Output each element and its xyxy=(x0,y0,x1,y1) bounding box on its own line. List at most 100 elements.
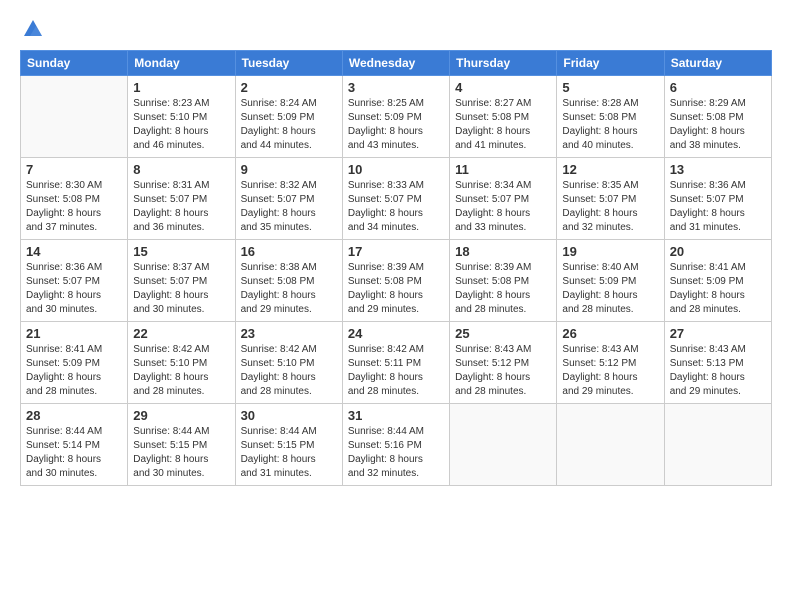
week-row-4: 28 Sunrise: 8:44 AM Sunset: 5:14 PM Dayli… xyxy=(21,404,772,486)
day-info: Sunrise: 8:24 AM Sunset: 5:09 PM Dayligh… xyxy=(241,97,337,153)
day-info: Sunrise: 8:28 AM Sunset: 5:08 PM Dayligh… xyxy=(562,97,658,153)
day-cell: 12 Sunrise: 8:35 AM Sunset: 5:07 PM Dayli… xyxy=(557,158,664,240)
day-cell: 27 Sunrise: 8:43 AM Sunset: 5:13 PM Dayli… xyxy=(664,322,771,404)
day-cell: 25 Sunrise: 8:43 AM Sunset: 5:12 PM Dayli… xyxy=(450,322,557,404)
day-number: 27 xyxy=(670,326,766,341)
day-cell: 4 Sunrise: 8:27 AM Sunset: 5:08 PM Daylig… xyxy=(450,76,557,158)
day-number: 1 xyxy=(133,80,229,95)
day-number: 2 xyxy=(241,80,337,95)
week-row-1: 7 Sunrise: 8:30 AM Sunset: 5:08 PM Daylig… xyxy=(21,158,772,240)
day-number: 9 xyxy=(241,162,337,177)
day-cell: 5 Sunrise: 8:28 AM Sunset: 5:08 PM Daylig… xyxy=(557,76,664,158)
day-number: 10 xyxy=(348,162,444,177)
day-info: Sunrise: 8:37 AM Sunset: 5:07 PM Dayligh… xyxy=(133,261,229,317)
day-cell: 8 Sunrise: 8:31 AM Sunset: 5:07 PM Daylig… xyxy=(128,158,235,240)
day-cell: 30Sunrise: 8:44 AM Sunset: 5:15 PM Dayli… xyxy=(235,404,342,486)
day-header-tuesday: Tuesday xyxy=(235,51,342,76)
day-number: 25 xyxy=(455,326,551,341)
day-cell: 20 Sunrise: 8:41 AM Sunset: 5:09 PM Dayli… xyxy=(664,240,771,322)
day-number: 21 xyxy=(26,326,122,341)
day-cell: 16 Sunrise: 8:38 AM Sunset: 5:08 PM Dayli… xyxy=(235,240,342,322)
day-info: Sunrise: 8:39 AM Sunset: 5:08 PM Dayligh… xyxy=(455,261,551,317)
day-cell: 3 Sunrise: 8:25 AM Sunset: 5:09 PM Daylig… xyxy=(342,76,449,158)
logo-text xyxy=(20,18,44,40)
day-info: Sunrise: 8:44 AM Sunset: 5:14 PM Dayligh… xyxy=(26,425,122,481)
day-number: 8 xyxy=(133,162,229,177)
day-header-thursday: Thursday xyxy=(450,51,557,76)
logo-icon xyxy=(22,18,44,40)
day-info: Sunrise: 8:42 AM Sunset: 5:11 PM Dayligh… xyxy=(348,343,444,399)
day-number: 31 xyxy=(348,408,444,423)
day-info: Sunrise: 8:25 AM Sunset: 5:09 PM Dayligh… xyxy=(348,97,444,153)
day-cell: 7 Sunrise: 8:30 AM Sunset: 5:08 PM Daylig… xyxy=(21,158,128,240)
day-cell: 24 Sunrise: 8:42 AM Sunset: 5:11 PM Dayli… xyxy=(342,322,449,404)
day-cell: 9 Sunrise: 8:32 AM Sunset: 5:07 PM Daylig… xyxy=(235,158,342,240)
day-info: Sunrise: 8:30 AM Sunset: 5:08 PM Dayligh… xyxy=(26,179,122,235)
day-number: 26 xyxy=(562,326,658,341)
day-cell xyxy=(450,404,557,486)
day-number: 23 xyxy=(241,326,337,341)
day-cell: 22 Sunrise: 8:42 AM Sunset: 5:10 PM Dayli… xyxy=(128,322,235,404)
day-info: Sunrise: 8:41 AM Sunset: 5:09 PM Dayligh… xyxy=(670,261,766,317)
day-number: 24 xyxy=(348,326,444,341)
day-cell: 6Sunrise: 8:29 AM Sunset: 5:08 PM Daylig… xyxy=(664,76,771,158)
logo xyxy=(20,18,44,40)
day-number: 17 xyxy=(348,244,444,259)
day-number: 5 xyxy=(562,80,658,95)
day-info: Sunrise: 8:44 AM Sunset: 5:15 PM Dayligh… xyxy=(133,425,229,481)
day-info: Sunrise: 8:36 AM Sunset: 5:07 PM Dayligh… xyxy=(26,261,122,317)
week-row-3: 21Sunrise: 8:41 AM Sunset: 5:09 PM Dayli… xyxy=(21,322,772,404)
day-info: Sunrise: 8:44 AM Sunset: 5:16 PM Dayligh… xyxy=(348,425,444,481)
day-cell: 28 Sunrise: 8:44 AM Sunset: 5:14 PM Dayli… xyxy=(21,404,128,486)
day-cell: 15 Sunrise: 8:37 AM Sunset: 5:07 PM Dayli… xyxy=(128,240,235,322)
day-info: Sunrise: 8:39 AM Sunset: 5:08 PM Dayligh… xyxy=(348,261,444,317)
day-cell: 29 Sunrise: 8:44 AM Sunset: 5:15 PM Dayli… xyxy=(128,404,235,486)
week-row-0: 1 Sunrise: 8:23 AM Sunset: 5:10 PM Daylig… xyxy=(21,76,772,158)
day-number: 16 xyxy=(241,244,337,259)
day-number: 30 xyxy=(241,408,337,423)
calendar-table: SundayMondayTuesdayWednesdayThursdayFrid… xyxy=(20,50,772,486)
day-info: Sunrise: 8:42 AM Sunset: 5:10 PM Dayligh… xyxy=(133,343,229,399)
day-info: Sunrise: 8:38 AM Sunset: 5:08 PM Dayligh… xyxy=(241,261,337,317)
day-number: 12 xyxy=(562,162,658,177)
header-row: SundayMondayTuesdayWednesdayThursdayFrid… xyxy=(21,51,772,76)
day-header-wednesday: Wednesday xyxy=(342,51,449,76)
day-info: Sunrise: 8:34 AM Sunset: 5:07 PM Dayligh… xyxy=(455,179,551,235)
day-info: Sunrise: 8:35 AM Sunset: 5:07 PM Dayligh… xyxy=(562,179,658,235)
week-row-2: 14Sunrise: 8:36 AM Sunset: 5:07 PM Dayli… xyxy=(21,240,772,322)
day-header-monday: Monday xyxy=(128,51,235,76)
day-info: Sunrise: 8:43 AM Sunset: 5:13 PM Dayligh… xyxy=(670,343,766,399)
day-number: 6 xyxy=(670,80,766,95)
day-info: Sunrise: 8:27 AM Sunset: 5:08 PM Dayligh… xyxy=(455,97,551,153)
day-cell: 13 Sunrise: 8:36 AM Sunset: 5:07 PM Dayli… xyxy=(664,158,771,240)
day-cell: 23 Sunrise: 8:42 AM Sunset: 5:10 PM Dayli… xyxy=(235,322,342,404)
day-cell: 14Sunrise: 8:36 AM Sunset: 5:07 PM Dayli… xyxy=(21,240,128,322)
day-cell xyxy=(21,76,128,158)
day-number: 19 xyxy=(562,244,658,259)
day-cell: 17 Sunrise: 8:39 AM Sunset: 5:08 PM Dayli… xyxy=(342,240,449,322)
day-cell: 1 Sunrise: 8:23 AM Sunset: 5:10 PM Daylig… xyxy=(128,76,235,158)
day-number: 20 xyxy=(670,244,766,259)
day-number: 15 xyxy=(133,244,229,259)
day-number: 22 xyxy=(133,326,229,341)
day-info: Sunrise: 8:23 AM Sunset: 5:10 PM Dayligh… xyxy=(133,97,229,153)
day-number: 7 xyxy=(26,162,122,177)
day-number: 29 xyxy=(133,408,229,423)
day-info: Sunrise: 8:32 AM Sunset: 5:07 PM Dayligh… xyxy=(241,179,337,235)
day-cell: 26Sunrise: 8:43 AM Sunset: 5:12 PM Dayli… xyxy=(557,322,664,404)
day-info: Sunrise: 8:43 AM Sunset: 5:12 PM Dayligh… xyxy=(455,343,551,399)
day-number: 13 xyxy=(670,162,766,177)
day-info: Sunrise: 8:33 AM Sunset: 5:07 PM Dayligh… xyxy=(348,179,444,235)
day-number: 3 xyxy=(348,80,444,95)
day-cell: 19Sunrise: 8:40 AM Sunset: 5:09 PM Dayli… xyxy=(557,240,664,322)
day-cell: 11Sunrise: 8:34 AM Sunset: 5:07 PM Dayli… xyxy=(450,158,557,240)
day-info: Sunrise: 8:31 AM Sunset: 5:07 PM Dayligh… xyxy=(133,179,229,235)
day-info: Sunrise: 8:36 AM Sunset: 5:07 PM Dayligh… xyxy=(670,179,766,235)
header xyxy=(20,18,772,40)
day-cell: 10 Sunrise: 8:33 AM Sunset: 5:07 PM Dayli… xyxy=(342,158,449,240)
day-number: 4 xyxy=(455,80,551,95)
day-number: 28 xyxy=(26,408,122,423)
day-info: Sunrise: 8:42 AM Sunset: 5:10 PM Dayligh… xyxy=(241,343,337,399)
day-number: 18 xyxy=(455,244,551,259)
day-cell: 2 Sunrise: 8:24 AM Sunset: 5:09 PM Daylig… xyxy=(235,76,342,158)
